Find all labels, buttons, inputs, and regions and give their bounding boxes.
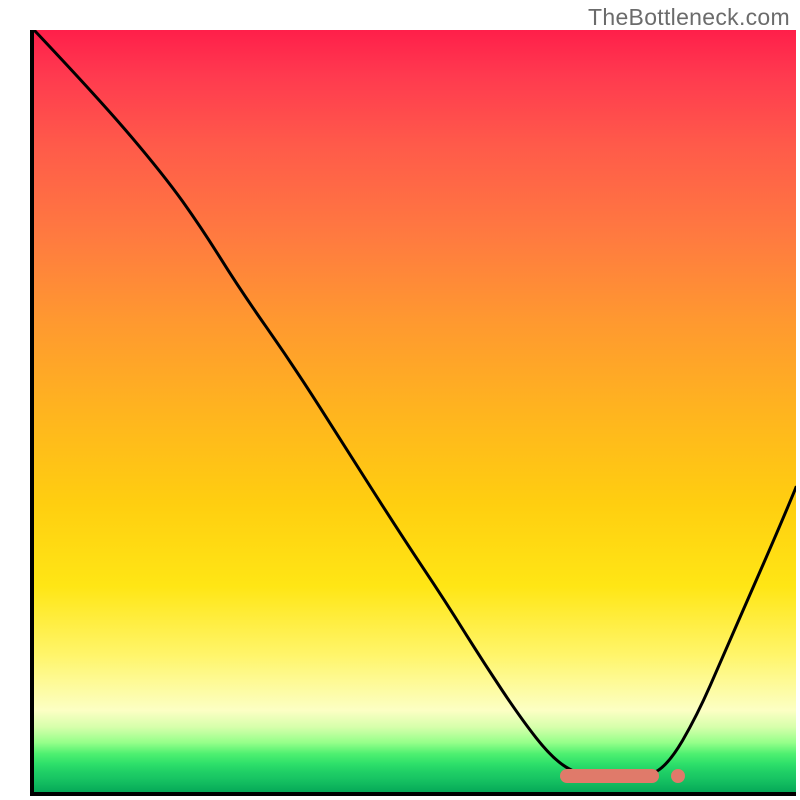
chart-frame: TheBottleneck.com xyxy=(0,0,800,800)
optimal-range-dot xyxy=(671,769,685,783)
optimal-range-marker xyxy=(560,769,659,783)
bottleneck-curve xyxy=(34,30,796,779)
watermark-text: TheBottleneck.com xyxy=(588,4,790,31)
curve-layer xyxy=(34,30,796,792)
plot-area xyxy=(30,30,796,796)
